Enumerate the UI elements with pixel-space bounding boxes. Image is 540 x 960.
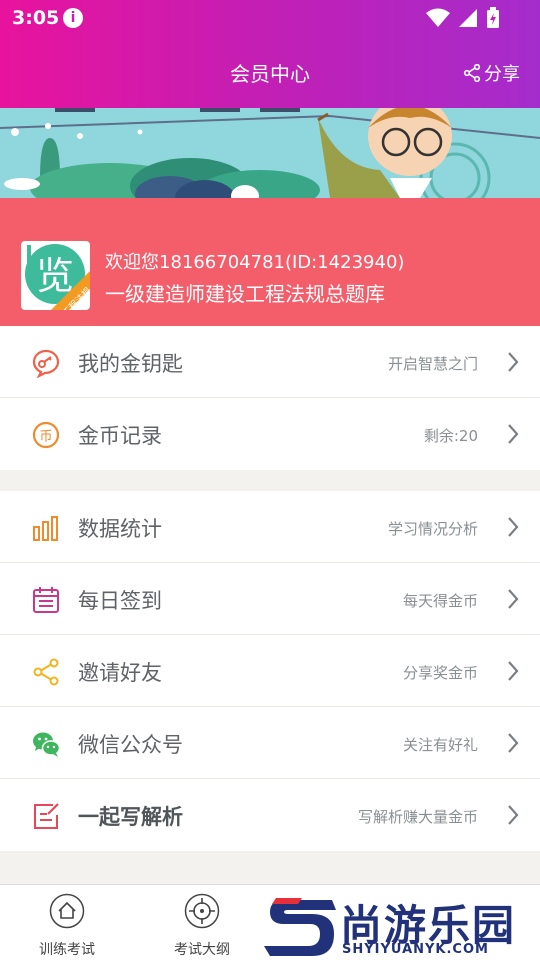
menu-label: 我的金钥匙 (78, 352, 183, 376)
menu-label: 数据统计 (78, 517, 162, 541)
avatar-char: 览 (36, 254, 74, 298)
share-label: 分享 (484, 64, 520, 85)
target-icon (184, 893, 220, 929)
share-icon (33, 658, 59, 686)
menu-label: 一起写解析 (78, 805, 183, 829)
menu-hint: 剩余:20 (423, 427, 478, 445)
menu-hint: 学习情况分析 (387, 520, 478, 538)
nav-label: 考试大纲 (174, 942, 230, 958)
battery-icon (487, 7, 499, 28)
nav-item-syllabus[interactable]: 考试大纲 (147, 893, 257, 959)
info-icon: i (63, 8, 83, 28)
menu-label: 每日签到 (78, 589, 162, 613)
status-bar: 3:05 i (0, 0, 540, 36)
chevron-right-icon (508, 661, 519, 681)
menu-group-features: 数据统计 学习情况分析 每日签到 每天得金币 邀请好友 分享奖金币 微信公众号 … (0, 491, 540, 851)
svg-text:币: 币 (39, 430, 52, 445)
menu-item-golden-key[interactable]: 我的金钥匙 开启智慧之门 (0, 326, 540, 398)
banner-illustration (0, 108, 540, 198)
chevron-right-icon (508, 733, 519, 753)
menu-hint: 写解析赚大量金币 (357, 808, 478, 826)
menu-item-invite-friends[interactable]: 邀请好友 分享奖金币 (0, 635, 540, 707)
menu-item-write-analysis[interactable]: 一起写解析 写解析赚大量金币 (0, 779, 540, 851)
nav-item-training[interactable]: 训练考试 (12, 893, 122, 959)
avatar[interactable]: 览 工程法规 (21, 241, 90, 310)
welcome-text: 欢迎您18166704781(ID:1423940) (105, 252, 405, 273)
menu-label: 金币记录 (78, 424, 162, 448)
app-header: 会员中心 分享 (0, 36, 540, 108)
menu-hint: 开启智慧之门 (387, 355, 478, 373)
menu-label: 邀请好友 (78, 661, 162, 685)
menu-item-wechat-account[interactable]: 微信公众号 关注有好礼 (0, 707, 540, 779)
chevron-right-icon (508, 589, 519, 609)
watermark-url: SHYIYUANYK.COM (342, 942, 489, 957)
chevron-right-icon (508, 517, 519, 537)
watermark-s-icon (264, 898, 336, 956)
menu-item-coin-record[interactable]: 币 金币记录 剩余:20 (0, 398, 540, 470)
status-time: 3:05 (12, 7, 60, 29)
home-icon (49, 893, 85, 929)
wifi-icon (426, 8, 450, 27)
key-icon (32, 349, 60, 378)
share-button[interactable]: 分享 (463, 60, 520, 86)
question-bank-name: 一级建造师建设工程法规总题库 (105, 282, 385, 306)
chevron-right-icon (508, 424, 519, 444)
signal-icon (459, 9, 477, 27)
chevron-right-icon (508, 805, 519, 825)
nav-label: 训练考试 (39, 942, 95, 958)
page-title: 会员中心 (230, 62, 310, 86)
edit-icon (34, 803, 59, 829)
share-icon (463, 64, 481, 82)
watermark-logo: 尚游乐园 SHYIYUANYK.COM (262, 890, 540, 960)
chevron-right-icon (508, 352, 519, 372)
profile-card: 览 工程法规 欢迎您18166704781(ID:1423940) 一级建造师建… (0, 198, 540, 326)
menu-item-daily-checkin[interactable]: 每日签到 每天得金币 (0, 563, 540, 635)
bar-chart-icon (33, 516, 58, 541)
menu-label: 微信公众号 (78, 733, 183, 757)
menu-hint: 每天得金币 (402, 592, 478, 610)
wechat-icon (33, 732, 61, 757)
menu-group-account: 我的金钥匙 开启智慧之门 币 金币记录 剩余:20 (0, 326, 540, 470)
menu-hint: 关注有好礼 (402, 736, 478, 754)
coin-icon: 币 (32, 421, 60, 449)
menu-item-statistics[interactable]: 数据统计 学习情况分析 (0, 491, 540, 563)
status-icons (426, 7, 500, 29)
calendar-icon (33, 587, 59, 613)
menu-hint: 分享奖金币 (402, 664, 478, 682)
